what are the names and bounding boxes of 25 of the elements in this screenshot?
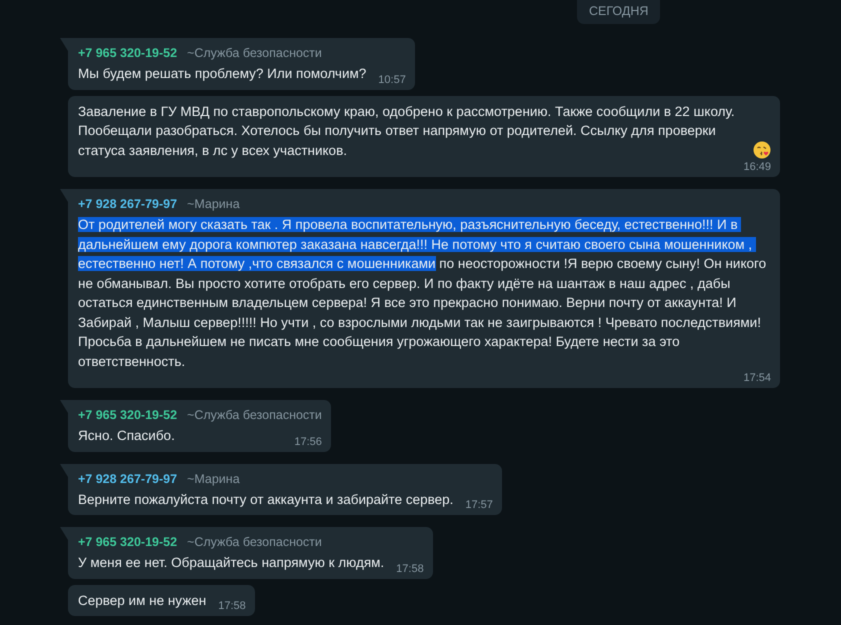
date-label: СЕГОДНЯ: [577, 0, 660, 24]
sender-phone[interactable]: +7 965 320-19-52: [78, 408, 178, 422]
sender-name: ~Марина: [187, 197, 240, 211]
message-time: 17:57: [465, 498, 493, 512]
message-text: Ясно. Спасибо.: [78, 427, 175, 445]
message-time: 17:58: [396, 562, 424, 576]
sender-name: ~Служба безопасности: [187, 408, 322, 422]
message-text: Верните пожалуйста почту от аккаунта и забирайте сервер.: [78, 490, 454, 509]
message-time: 17:58: [218, 599, 246, 613]
sender-name: ~Служба безопасности: [187, 535, 322, 549]
message-time: 10:57: [378, 72, 406, 86]
message-time: 16:49: [743, 160, 771, 174]
sender-name: ~Марина: [187, 472, 240, 486]
message-text: Заваление в ГУ МВД по ставропольскому краю, одобрено к рассмотрению. Также сообщили в 22 школу. Пообещали разобраться. Хотелось бы получить ответ напрямую от родителей. Ссылку для проверки статуса заявления, в лс у всех участников.: [78, 102, 736, 160]
message-text: У меня ее нет. Обращайтесь напрямую к людям.: [78, 554, 384, 572]
sender-phone[interactable]: +7 965 320-19-52: [78, 535, 178, 549]
message-text: От родителей могу сказать так . Я провела воспитательную, разъяснительную беседу, естественно!!! И в дальнейшем ему дорога компютер заказана навсегда!!! Не потому что я считаю своего сына мошенником , естественно нет! А потому ,что связался с мошенниками по неосторожности !Я верю своему сыну! Он никого не обманывал. Вы просто хотите отобрать его сервер. И по факту идёте на шантаж в наш адрес , дабы остаться единственным владельцем сервера! Я все это прекрасно понимаю. Верни почту от аккаунта! И Забирай , Малыш сервер!!!!! Но учти , со взрослыми людьми так не заигрываются ! Чревато последствиями! Просьба в дальнейшем не писать мне сообщения угрожающего характера! Будете нести за это ответственность.: [78, 216, 768, 370]
sender-phone[interactable]: +7 928 267-79-97: [78, 472, 178, 486]
message-time: 17:56: [294, 434, 322, 448]
message-text: Мы будем решать проблему? Или помолчим?: [78, 65, 366, 83]
message-time: 17:54: [743, 371, 771, 385]
sender-phone[interactable]: +7 965 320-19-52: [78, 46, 178, 60]
message-text: Сервер им не нужен: [78, 592, 206, 610]
sender-name: ~Служба безопасности: [187, 46, 322, 60]
sender-phone[interactable]: +7 928 267-79-97: [78, 197, 178, 211]
